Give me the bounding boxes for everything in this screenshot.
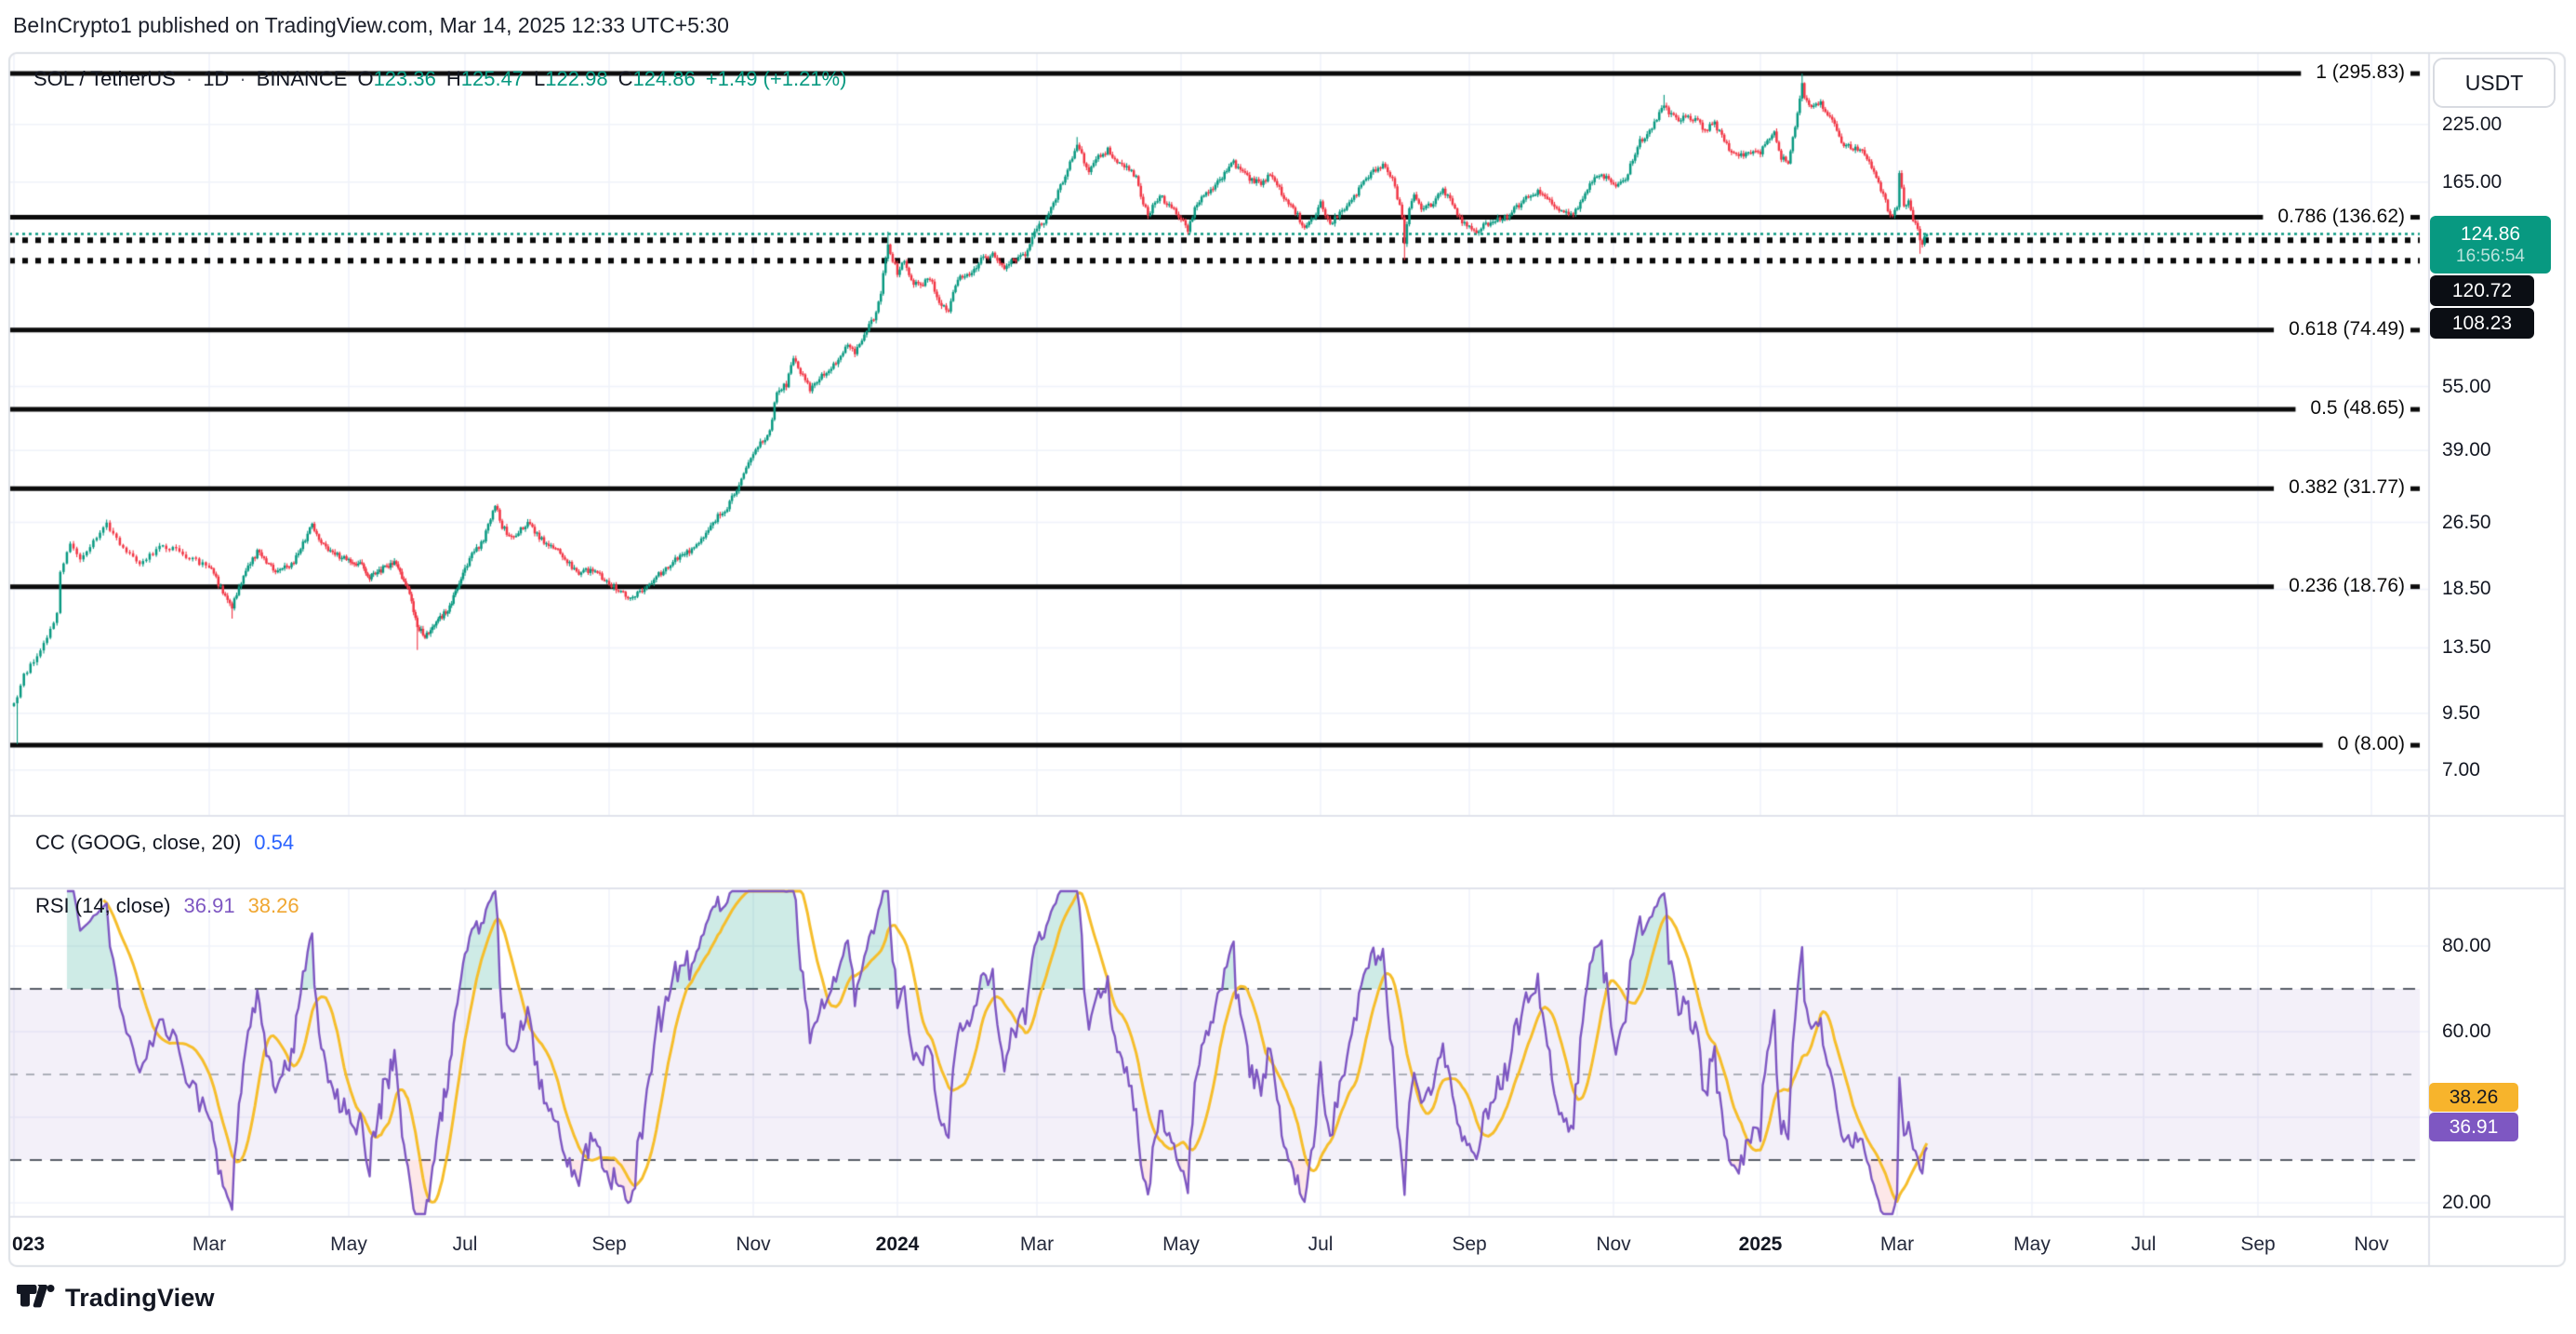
cc-indicator-row[interactable]: CC (GOOG, close, 20) 0.54	[35, 831, 294, 855]
time-axis-tick[interactable]: Nov	[1596, 1232, 1630, 1258]
fib-level-label: 0.236 (18.76)	[2289, 575, 2405, 597]
rsi-ma-badge: 38.26	[2429, 1083, 2518, 1112]
ohlc-close: C124.86	[618, 67, 696, 91]
exchange-label: BINANCE	[257, 67, 348, 91]
alert-price-badge-1: 120.72	[2430, 275, 2534, 306]
symbol-name[interactable]: SOL / TetherUS	[33, 67, 176, 91]
current-price-value: 124.86	[2461, 222, 2520, 247]
currency-toggle-button[interactable]: USDT	[2433, 58, 2556, 108]
tradingview-brand-text[interactable]: TradingView	[65, 1284, 215, 1313]
current-price-badge: 124.86 16:56:54	[2430, 216, 2551, 273]
rsi-indicator-row[interactable]: RSI (14, close) 36.91 38.26	[35, 894, 299, 918]
time-axis-tick[interactable]: Nov	[736, 1232, 770, 1258]
symbol-legend[interactable]: SOL / TetherUS · 1D · BINANCE O123.36 H1…	[33, 67, 846, 91]
time-axis-tick[interactable]: Sep	[2240, 1232, 2275, 1258]
rsi-value: 36.91	[184, 894, 235, 918]
price-axis-tick[interactable]: 7.00	[2442, 759, 2480, 781]
time-axis-tick[interactable]: 2025	[1739, 1232, 1783, 1258]
time-axis-tick[interactable]: May	[330, 1232, 367, 1258]
time-axis-tick[interactable]: May	[2013, 1232, 2051, 1258]
bar-countdown: 16:56:54	[2456, 247, 2525, 267]
ohlc-high: H125.47	[446, 67, 524, 91]
time-axis-tick[interactable]: Mar	[1020, 1232, 1054, 1258]
fib-level-label: 0.786 (136.62)	[2277, 206, 2405, 228]
chart-canvas[interactable]	[0, 0, 2576, 1334]
price-axis-tick[interactable]: 26.50	[2442, 512, 2491, 534]
time-axis-tick[interactable]: 023	[12, 1232, 45, 1258]
price-axis-tick[interactable]: 225.00	[2442, 113, 2502, 136]
attribution-header: BeInCrypto1 published on TradingView.com…	[13, 13, 729, 38]
tradingview-chart-page: BeInCrypto1 published on TradingView.com…	[0, 0, 2576, 1334]
cc-indicator-value: 0.54	[254, 831, 294, 855]
cc-indicator-label[interactable]: CC (GOOG, close, 20)	[35, 831, 241, 855]
fib-level-label: 0 (8.00)	[2338, 733, 2405, 755]
time-axis-tick[interactable]: Mar	[193, 1232, 226, 1258]
fib-level-label: 0.5 (48.65)	[2310, 397, 2405, 420]
price-axis-tick[interactable]: 55.00	[2442, 376, 2491, 398]
time-axis-tick[interactable]: Jul	[1308, 1232, 1334, 1258]
change-label: +1.49 (+1.21%)	[706, 67, 847, 91]
time-axis-tick[interactable]: Jul	[453, 1232, 478, 1258]
fib-level-label: 0.618 (74.49)	[2289, 318, 2405, 340]
time-axis-tick[interactable]: 2024	[876, 1232, 920, 1258]
price-axis-tick[interactable]: 18.50	[2442, 578, 2491, 600]
fib-level-label: 0.382 (31.77)	[2289, 476, 2405, 499]
rsi-axis-tick[interactable]: 80.00	[2442, 935, 2491, 957]
time-axis-tick[interactable]: Mar	[1880, 1232, 1914, 1258]
legend-separator: ·	[239, 67, 246, 91]
tradingview-footer[interactable]: TradingView	[17, 1282, 215, 1314]
time-axis-tick[interactable]: Sep	[591, 1232, 626, 1258]
time-axis-tick[interactable]: Nov	[2354, 1232, 2388, 1258]
rsi-axis-tick[interactable]: 20.00	[2442, 1192, 2491, 1214]
rsi-indicator-label[interactable]: RSI (14, close)	[35, 894, 171, 918]
ohlc-low: L122.98	[534, 67, 608, 91]
rsi-ma-value: 38.26	[248, 894, 299, 918]
fib-level-label: 1 (295.83)	[2316, 61, 2405, 84]
price-axis-tick[interactable]: 13.50	[2442, 636, 2491, 659]
time-axis-tick[interactable]: Jul	[2131, 1232, 2157, 1258]
rsi-badge: 36.91	[2429, 1113, 2518, 1141]
time-axis-tick[interactable]: May	[1162, 1232, 1200, 1258]
price-axis-tick[interactable]: 165.00	[2442, 171, 2502, 193]
price-axis-tick[interactable]: 39.00	[2442, 439, 2491, 461]
time-axis-tick[interactable]: Sep	[1452, 1232, 1486, 1258]
price-axis-tick[interactable]: 9.50	[2442, 702, 2480, 725]
alert-price-badge-2: 108.23	[2430, 308, 2534, 339]
rsi-axis-tick[interactable]: 60.00	[2442, 1021, 2491, 1043]
legend-separator: ·	[186, 67, 193, 91]
interval-label[interactable]: 1D	[203, 67, 229, 91]
ohlc-open: O123.36	[357, 67, 435, 91]
tradingview-logo-icon	[17, 1282, 56, 1314]
